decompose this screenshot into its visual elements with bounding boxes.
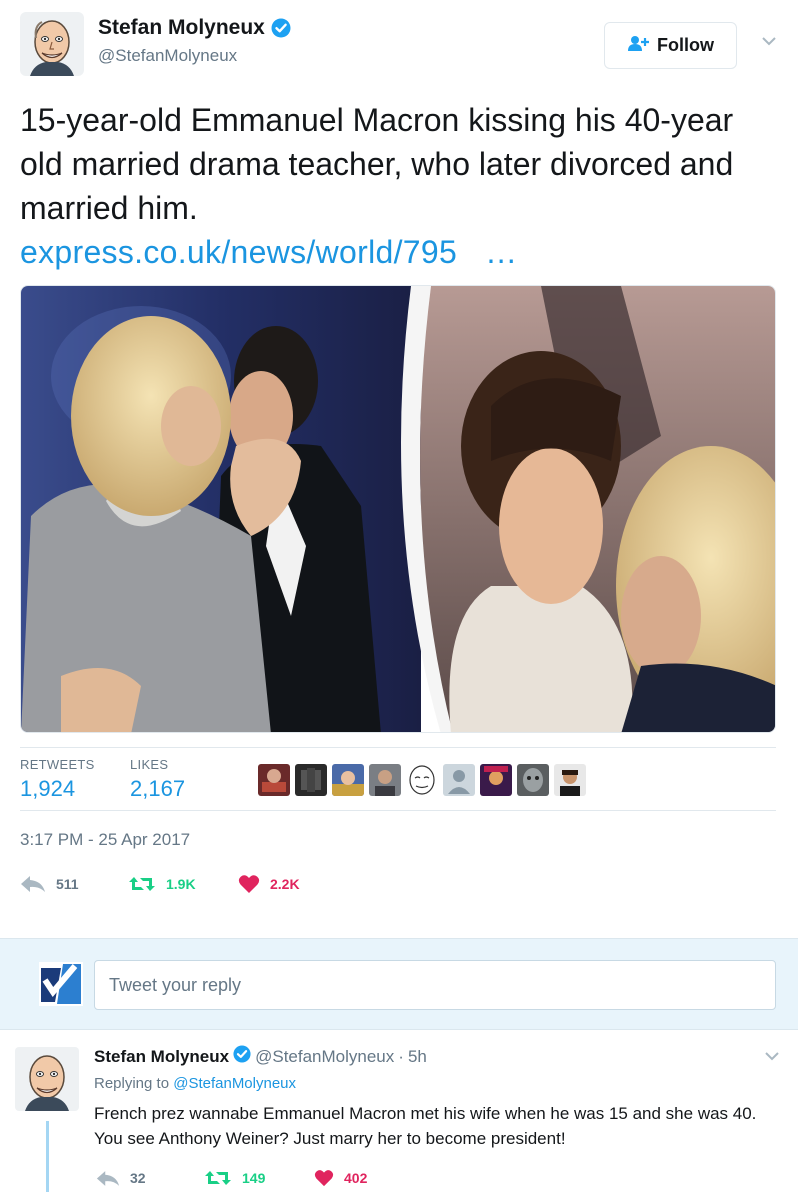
replying-to: Replying to @StefanMolyneux: [94, 1075, 296, 1092]
like-button[interactable]: 2.2K: [238, 874, 300, 894]
current-user-avatar[interactable]: [39, 962, 83, 1006]
reply-author-avatar[interactable]: [15, 1047, 79, 1111]
likes-value: 2,167: [130, 776, 186, 801]
reply-actions: 32 149 402: [96, 1169, 367, 1187]
liker-avatar[interactable]: [369, 764, 401, 796]
reply-header: Stefan Molyneux @StefanMolyneux · 5h: [94, 1045, 427, 1068]
reply-input[interactable]: [94, 960, 776, 1010]
verified-badge-icon: [233, 1045, 251, 1068]
tweet: Stefan Molyneux @StefanMolyneux Follow 1…: [0, 0, 798, 935]
author-info: Stefan Molyneux @StefanMolyneux: [98, 16, 291, 66]
author-handle[interactable]: @StefanMolyneux: [98, 46, 291, 66]
liker-avatar[interactable]: [443, 764, 475, 796]
reply-reply-button[interactable]: 32: [96, 1170, 204, 1187]
reply-retweet-button[interactable]: 149: [204, 1169, 314, 1187]
tweet-link[interactable]: express.co.uk/news/world/795 …: [20, 230, 780, 274]
likes-label: LIKES: [130, 757, 169, 772]
reply-time[interactable]: 5h: [408, 1047, 427, 1067]
reply-retweet-count: 149: [242, 1170, 266, 1186]
retweet-button[interactable]: 1.9K: [128, 875, 238, 893]
liker-avatar[interactable]: [554, 764, 586, 796]
liker-avatar[interactable]: [480, 764, 512, 796]
reply-icon: [20, 875, 46, 893]
liker-avatar[interactable]: [406, 764, 438, 796]
author-name[interactable]: Stefan Molyneux: [98, 16, 265, 40]
liker-avatars: [258, 764, 586, 796]
tweet-link-url: express.co.uk/news/world/795: [20, 234, 458, 270]
retweets-label: RETWEETS: [20, 757, 95, 772]
retweet-count: 1.9K: [166, 876, 196, 892]
chevron-down-icon[interactable]: [760, 34, 778, 48]
likes-stat[interactable]: LIKES 2,167: [130, 757, 185, 802]
reply-tweet: Stefan Molyneux @StefanMolyneux · 5h Rep…: [0, 1031, 798, 1192]
tweet-stats: RETWEETS 1,924 LIKES 2,167: [20, 747, 776, 811]
author-name-row[interactable]: Stefan Molyneux: [98, 16, 291, 40]
heart-icon: [238, 874, 260, 894]
tweet-actions: 511 1.9K 2.2K: [20, 874, 300, 894]
reply-count: 511: [56, 876, 79, 892]
replying-prefix: Replying to: [94, 1075, 170, 1092]
retweets-value: 1,924: [20, 776, 76, 801]
follow-person-icon: [627, 35, 649, 56]
heart-icon: [314, 1169, 334, 1187]
like-count: 2.2K: [270, 876, 300, 892]
follow-label: Follow: [657, 35, 714, 55]
reply-like-button[interactable]: 402: [314, 1169, 367, 1187]
tweet-text-block: 15-year-old Emmanuel Macron kissing his …: [20, 98, 780, 274]
retweet-icon: [128, 875, 156, 893]
verified-badge-icon: [271, 18, 291, 38]
tweet-text: 15-year-old Emmanuel Macron kissing his …: [20, 102, 734, 226]
reply-button[interactable]: 511: [20, 875, 128, 893]
tweet-photo[interactable]: [20, 285, 776, 733]
reply-like-count: 402: [344, 1170, 368, 1186]
tweet-timestamp[interactable]: 3:17 PM - 25 Apr 2017: [20, 830, 190, 850]
reply-author-name[interactable]: Stefan Molyneux: [94, 1047, 229, 1067]
retweets-stat[interactable]: RETWEETS 1,924: [20, 757, 95, 802]
liker-avatar[interactable]: [517, 764, 549, 796]
tweet-link-ellipsis: …: [485, 234, 518, 270]
replying-to-link[interactable]: @StefanMolyneux: [173, 1075, 296, 1092]
liker-avatar[interactable]: [332, 764, 364, 796]
reply-dot: ·: [398, 1046, 404, 1066]
reply-author-handle[interactable]: @StefanMolyneux: [255, 1047, 394, 1067]
liker-avatar[interactable]: [295, 764, 327, 796]
liker-avatar[interactable]: [258, 764, 290, 796]
chevron-down-icon[interactable]: [764, 1049, 780, 1061]
follow-button[interactable]: Follow: [604, 22, 737, 69]
author-avatar[interactable]: [20, 12, 84, 76]
reply-reply-count: 32: [130, 1170, 146, 1186]
reply-icon: [96, 1170, 120, 1187]
reply-text: French prez wannabe Emmanuel Macron met …: [94, 1104, 757, 1148]
thread-line: [46, 1121, 49, 1192]
retweet-icon: [204, 1169, 232, 1187]
